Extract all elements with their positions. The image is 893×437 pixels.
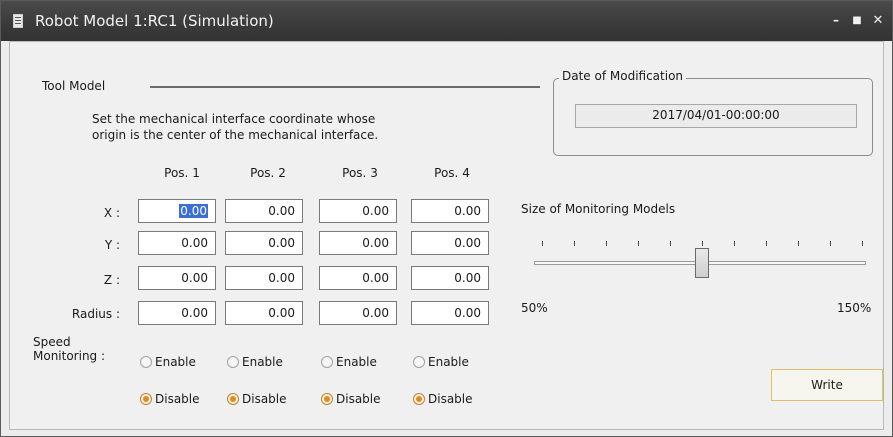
close-button[interactable]: ✕ <box>869 11 887 29</box>
speed-monitoring-pos-4-enable[interactable]: Enable <box>413 355 469 369</box>
column-header-pos-2: Pos. 2 <box>250 166 286 180</box>
disable-label: Disable <box>428 392 473 406</box>
monitoring-size-slider-thumb[interactable] <box>695 248 709 278</box>
description-line-2: origin is the center of the mechanical i… <box>92 128 379 142</box>
row-label-z: Z : <box>103 273 120 287</box>
radius-pos-4-input[interactable]: 0.00 <box>411 301 489 325</box>
slider-tick <box>798 241 799 246</box>
x-pos-4-input[interactable]: 0.00 <box>411 199 489 223</box>
content-panel: Tool Model Set the mechanical interface … <box>9 41 884 430</box>
y-pos-4-input[interactable]: 0.00 <box>411 231 489 255</box>
radius-pos-2-input[interactable]: 0.00 <box>225 301 303 325</box>
slider-tick <box>862 241 863 246</box>
disable-label: Disable <box>155 392 200 406</box>
enable-label: Enable <box>336 355 377 369</box>
z-pos-3-input[interactable]: 0.00 <box>319 266 397 290</box>
disable-label: Disable <box>242 392 287 406</box>
speed-monitoring-pos-2-enable[interactable]: Enable <box>227 355 283 369</box>
x-pos-1-value: 0.00 <box>179 204 208 218</box>
speed-monitoring-pos-1-disable[interactable]: Disable <box>140 392 200 406</box>
radio-checked-icon <box>413 393 425 405</box>
speed-monitoring-pos-3-disable[interactable]: Disable <box>321 392 381 406</box>
radio-unchecked-icon <box>227 356 239 368</box>
x-pos-3-input[interactable]: 0.00 <box>319 199 397 223</box>
x-pos-1-input[interactable]: 0.00 <box>138 199 216 223</box>
z-pos-4-input[interactable]: 0.00 <box>411 266 489 290</box>
slider-tick <box>702 241 703 246</box>
slider-tick <box>638 241 639 246</box>
slider-min-label: 50% <box>521 301 548 315</box>
speed-monitoring-pos-3-enable[interactable]: Enable <box>321 355 377 369</box>
enable-label: Enable <box>242 355 283 369</box>
robot-model-window: Robot Model 1:RC1 (Simulation) – ■ ✕ Too… <box>0 0 893 437</box>
radius-pos-1-input[interactable]: 0.00 <box>138 301 216 325</box>
slider-tick <box>574 241 575 246</box>
y-pos-2-input[interactable]: 0.00 <box>225 231 303 255</box>
date-of-modification-title: Date of Modification <box>559 69 687 83</box>
slider-tick <box>830 241 831 246</box>
slider-tick <box>542 241 543 246</box>
tool-model-divider <box>150 86 540 88</box>
slider-tick <box>766 241 767 246</box>
description-line-1: Set the mechanical interface coordinate … <box>92 112 376 126</box>
z-pos-2-input[interactable]: 0.00 <box>225 266 303 290</box>
slider-tick <box>606 241 607 246</box>
speed-monitoring-pos-4-disable[interactable]: Disable <box>413 392 473 406</box>
row-label-y: Y : <box>104 238 120 252</box>
speed-monitoring-pos-2-disable[interactable]: Disable <box>227 392 287 406</box>
radio-unchecked-icon <box>140 356 152 368</box>
y-pos-1-input[interactable]: 0.00 <box>138 231 216 255</box>
row-label-x: X : <box>103 206 120 220</box>
radio-checked-icon <box>321 393 333 405</box>
document-icon <box>13 14 23 28</box>
speed-monitoring-label-line-2: Monitoring : <box>33 349 106 363</box>
z-pos-1-input[interactable]: 0.00 <box>138 266 216 290</box>
speed-monitoring-pos-1-enable[interactable]: Enable <box>140 355 196 369</box>
x-pos-2-input[interactable]: 0.00 <box>225 199 303 223</box>
slider-tick <box>734 241 735 246</box>
maximize-button[interactable]: ■ <box>848 11 866 29</box>
title-bar[interactable]: Robot Model 1:RC1 (Simulation) – ■ ✕ <box>1 1 892 41</box>
column-header-pos-4: Pos. 4 <box>434 166 470 180</box>
column-header-pos-1: Pos. 1 <box>164 166 200 180</box>
slider-max-label: 150% <box>837 301 872 315</box>
row-label-radius: Radius : <box>71 307 120 321</box>
minimize-button[interactable]: – <box>827 11 845 29</box>
enable-label: Enable <box>155 355 196 369</box>
write-button[interactable]: Write <box>771 369 883 401</box>
window-title: Robot Model 1:RC1 (Simulation) <box>35 12 274 30</box>
tool-model-title: Tool Model <box>42 79 106 93</box>
date-of-modification-value: 2017/04/01-00:00:00 <box>575 104 857 128</box>
disable-label: Disable <box>336 392 381 406</box>
radio-checked-icon <box>140 393 152 405</box>
column-header-pos-3: Pos. 3 <box>342 166 378 180</box>
radius-pos-3-input[interactable]: 0.00 <box>319 301 397 325</box>
speed-monitoring-label-line-1: Speed <box>33 335 71 349</box>
monitoring-size-title: Size of Monitoring Models <box>521 202 676 216</box>
radio-checked-icon <box>227 393 239 405</box>
slider-tick <box>670 241 671 246</box>
radio-unchecked-icon <box>321 356 333 368</box>
enable-label: Enable <box>428 355 469 369</box>
y-pos-3-input[interactable]: 0.00 <box>319 231 397 255</box>
radio-unchecked-icon <box>413 356 425 368</box>
